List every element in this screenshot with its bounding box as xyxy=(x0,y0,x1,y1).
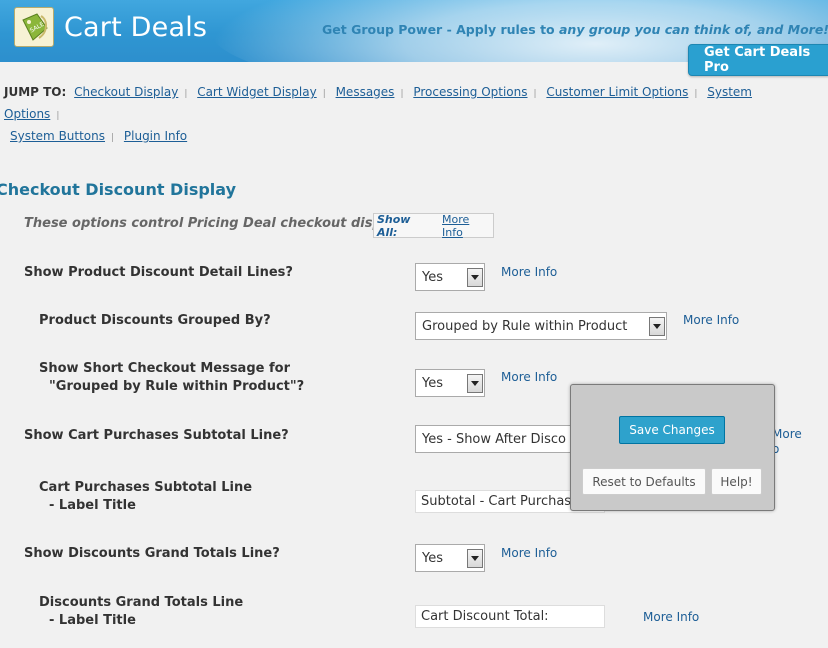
more-info-link-r1[interactable]: More Info xyxy=(501,265,557,279)
nav-separator: | xyxy=(322,89,326,99)
more-info-link-r3[interactable]: More Info xyxy=(501,370,557,384)
select-value: Yes xyxy=(422,550,443,566)
jump-link-cart-widget-display[interactable]: Cart Widget Display xyxy=(197,85,317,99)
label-line: Discounts Grand Totals Line xyxy=(39,595,244,610)
help-button[interactable]: Help! xyxy=(711,468,762,495)
select-product-discounts-grouped-by[interactable]: Grouped by Rule within Product xyxy=(415,312,667,340)
select-value: Yes xyxy=(422,269,443,285)
label-line: Show Short Checkout Message for xyxy=(39,361,290,376)
select-show-discounts-grand-totals-line[interactable]: Yes xyxy=(415,544,485,572)
jump-link-customer-limit-options[interactable]: Customer Limit Options xyxy=(546,85,688,99)
header-tagline: Get Group Power - Apply rules to any gro… xyxy=(322,22,828,37)
label-cart-purchases-subtotal-label-title: Cart Purchases Subtotal Line - Label Tit… xyxy=(39,479,252,515)
label-show-product-discount-detail-lines: Show Product Discount Detail Lines? xyxy=(24,265,293,280)
label-line: - Label Title xyxy=(49,498,136,513)
cart-deals-logo-icon: SALE xyxy=(14,7,54,47)
reset-to-defaults-button[interactable]: Reset to Defaults xyxy=(582,468,706,495)
chevron-down-icon[interactable] xyxy=(467,549,483,568)
get-pro-button[interactable]: Get Cart Deals Pro xyxy=(688,44,828,76)
more-info-link-r2[interactable]: More Info xyxy=(683,313,739,327)
select-show-short-checkout-message[interactable]: Yes xyxy=(415,369,485,397)
more-info-link-r4[interactable]: More xyxy=(772,427,802,441)
nav-separator: | xyxy=(694,89,698,99)
label-line: - Label Title xyxy=(49,613,136,628)
label-line: "Grouped by Rule within Product"? xyxy=(49,379,305,394)
tagline-text: Get Group Power - Apply rules to xyxy=(322,22,559,37)
input-discounts-grand-totals-label[interactable]: Cart Discount Total: xyxy=(415,605,605,628)
label-discounts-grand-totals-label-title: Discounts Grand Totals Line - Label Titl… xyxy=(39,594,243,630)
floating-save-panel: Save Changes Reset to Defaults Help! xyxy=(570,384,775,511)
select-show-product-discount-detail-lines[interactable]: Yes xyxy=(415,263,485,291)
select-value: Yes - Show After Disco xyxy=(422,431,566,447)
more-info-link-r6[interactable]: More Info xyxy=(501,546,557,560)
save-changes-button[interactable]: Save Changes xyxy=(619,416,725,444)
select-value: Yes xyxy=(422,375,443,391)
label-show-cart-purchases-subtotal-line: Show Cart Purchases Subtotal Line? xyxy=(24,428,289,443)
label-line: Cart Purchases Subtotal Line xyxy=(39,480,253,495)
select-value: Grouped by Rule within Product xyxy=(422,318,628,334)
show-all-label: Show All: xyxy=(377,212,411,239)
tagline-emphasis: any group you can think of xyxy=(559,22,748,37)
more-info-link-r7[interactable]: More Info xyxy=(643,610,699,624)
chevron-down-icon[interactable] xyxy=(467,374,483,393)
jump-link-processing-options[interactable]: Processing Options xyxy=(413,85,527,99)
tagline-end: , and More! xyxy=(747,22,828,37)
nav-separator: | xyxy=(56,111,60,121)
nav-separator: | xyxy=(533,89,537,99)
nav-separator: | xyxy=(111,133,115,143)
chevron-down-icon[interactable] xyxy=(467,268,483,287)
jump-link-plugin-info[interactable]: Plugin Info xyxy=(124,129,187,143)
jump-to-label: JUMP TO: xyxy=(4,85,67,99)
nav-separator: | xyxy=(400,89,404,99)
nav-separator: | xyxy=(184,89,188,99)
section-intro: These options control Pricing Deal check… xyxy=(24,216,407,231)
label-show-short-checkout-message: Show Short Checkout Message for "Grouped… xyxy=(39,360,304,396)
jump-link-system-buttons[interactable]: System Buttons xyxy=(10,129,105,143)
section-title: Checkout Discount Display xyxy=(0,180,237,199)
jump-link-checkout-display[interactable]: Checkout Display xyxy=(74,85,178,99)
app-title: Cart Deals xyxy=(64,12,208,43)
label-show-discounts-grand-totals-line: Show Discounts Grand Totals Line? xyxy=(24,546,280,561)
label-product-discounts-grouped-by: Product Discounts Grouped By? xyxy=(39,313,271,328)
show-all-more-info-link[interactable]: More Info xyxy=(442,213,493,239)
jump-to-nav: JUMP TO: Checkout Display | Cart Widget D… xyxy=(4,82,804,148)
chevron-down-icon[interactable] xyxy=(649,317,665,336)
show-all-box: Show All: More Info xyxy=(373,212,494,239)
jump-link-messages[interactable]: Messages xyxy=(336,85,395,99)
